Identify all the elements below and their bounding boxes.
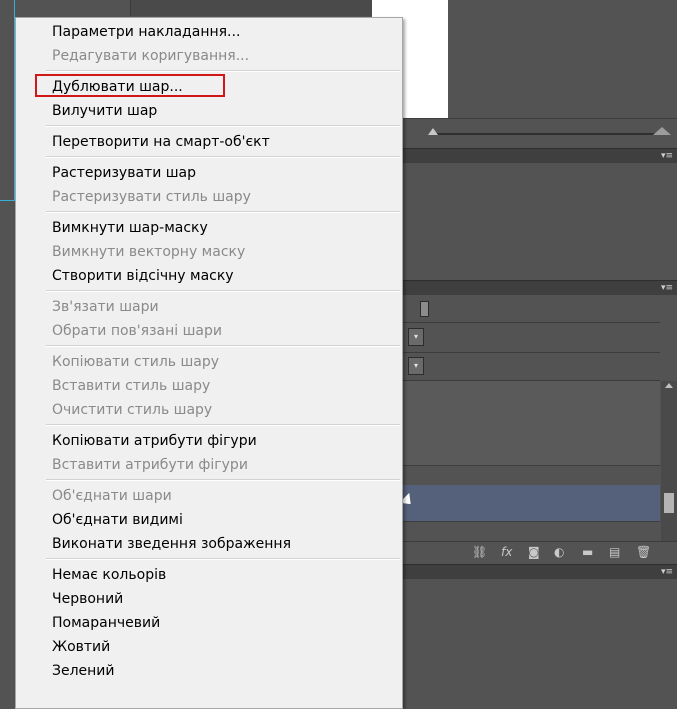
layer-row-selected[interactable]	[402, 485, 660, 522]
menu-separator	[46, 125, 400, 127]
panel-body-1	[402, 163, 677, 280]
menu-item-rasterize-layer[interactable]: Растеризувати шар	[52, 162, 196, 184]
menu-item-edit-adjustment: Редагувати коригування...	[52, 48, 250, 64]
menu-item-copy-shape-attributes[interactable]: Копіювати атрибути фігури	[52, 430, 257, 452]
menu-separator	[46, 156, 400, 158]
menu-item-select-linked-layers: Обрати пов'язані шари	[52, 323, 222, 339]
menu-item-create-clipping-mask[interactable]: Створити відсічну маску	[52, 265, 234, 287]
panel-menu-icon[interactable]: ▾≡	[661, 281, 673, 295]
fill-dropdown[interactable]: ▾	[408, 357, 424, 375]
layers-panel-header: ▾≡	[402, 280, 677, 296]
mask-icon[interactable]: ◙	[528, 545, 540, 559]
scroll-up-icon[interactable]	[665, 383, 673, 388]
menu-item-color-red[interactable]: Червоний	[52, 588, 123, 610]
menu-item-color-green[interactable]: Зелений	[52, 660, 115, 682]
menu-item-link-layers: Зв'язати шари	[52, 299, 159, 315]
menu-separator	[46, 70, 400, 72]
menu-item-merge-layers: Об'єднати шари	[52, 488, 172, 504]
menu-item-paste-shape-attributes: Вставити атрибути фігури	[52, 457, 248, 473]
guide-line-horizontal	[0, 200, 15, 201]
layers-fill-row: ▾	[402, 352, 660, 381]
menu-item-disable-vector-mask: Вимкнути векторну маску	[52, 244, 246, 260]
workspace-pasteboard	[448, 0, 677, 118]
menu-separator	[46, 345, 400, 347]
menu-separator	[46, 424, 400, 426]
menu-item-duplicate-layer[interactable]: Дублювати шар...	[52, 76, 183, 98]
navigator-zoom-bar	[402, 118, 677, 147]
menu-item-rasterize-layer-style: Растеризувати стиль шару	[52, 189, 251, 205]
new-layer-icon[interactable]: ▤	[609, 545, 620, 559]
document-window-edge	[130, 0, 380, 16]
layers-bottom-toolbar: ⛓ fx ◙ ◐ ▬ ▤ 🗑	[402, 541, 677, 564]
panel-menu-icon[interactable]: ▾≡	[661, 565, 673, 579]
panel-menu-icon[interactable]: ▾≡	[661, 149, 673, 163]
menu-item-color-yellow[interactable]: Жовтий	[52, 636, 110, 658]
panel-header-1: ▾≡	[402, 148, 677, 164]
layer-context-menu: Параметри накладання... Редагувати кориг…	[15, 17, 403, 709]
menu-item-merge-visible[interactable]: Об'єднати видимі	[52, 509, 183, 531]
folder-icon[interactable]: ▬	[582, 545, 593, 559]
blend-mode-dropdown[interactable]: ▾	[408, 328, 424, 346]
adjustment-icon[interactable]: ◐	[554, 545, 564, 559]
menu-item-paste-layer-style: Вставити стиль шару	[52, 378, 211, 394]
layers-panel: ▾ ▾ ⛓ fx ◙ ◐ ▬ ▤ 🗑	[402, 295, 677, 564]
layer-row[interactable]	[402, 405, 660, 428]
menu-separator	[46, 211, 400, 213]
menu-item-color-none[interactable]: Немає кольорів	[52, 564, 166, 586]
layer-row[interactable]	[402, 427, 660, 466]
fx-icon[interactable]: fx	[501, 545, 512, 559]
link-icon[interactable]: ⛓	[472, 545, 487, 559]
menu-item-color-orange[interactable]: Помаранчевий	[52, 612, 160, 634]
opacity-slider-handle[interactable]	[420, 301, 429, 317]
menu-item-disable-layer-mask[interactable]: Вимкнути шар-маску	[52, 217, 208, 239]
menu-item-flatten-image[interactable]: Виконати зведення зображення	[52, 533, 291, 555]
menu-item-blending-options[interactable]: Параметри накладання...	[52, 21, 240, 43]
panel-body-3	[402, 579, 677, 690]
zoom-slider-thumb[interactable]	[428, 128, 438, 135]
zoom-slider-track[interactable]	[432, 133, 657, 135]
menu-item-convert-to-smart-object[interactable]: Перетворити на смарт-об'єкт	[52, 131, 270, 153]
panel-header-3: ▾≡	[402, 564, 677, 580]
menu-separator	[46, 290, 400, 292]
layers-opacity-row	[402, 295, 660, 323]
menu-separator	[46, 558, 400, 560]
menu-item-delete-layer[interactable]: Вилучити шар	[52, 100, 157, 122]
layers-blend-mode-row: ▾	[402, 322, 660, 353]
layers-scrollbar[interactable]	[661, 381, 677, 541]
menu-separator	[46, 479, 400, 481]
menu-item-clear-layer-style: Очистити стиль шару	[52, 402, 213, 418]
zoom-in-mountain-icon[interactable]	[653, 127, 671, 135]
menu-item-copy-layer-style: Копіювати стиль шару	[52, 354, 220, 370]
layer-row[interactable]	[402, 381, 660, 406]
trash-icon[interactable]: 🗑	[636, 545, 651, 559]
scrollbar-thumb[interactable]	[664, 493, 674, 513]
